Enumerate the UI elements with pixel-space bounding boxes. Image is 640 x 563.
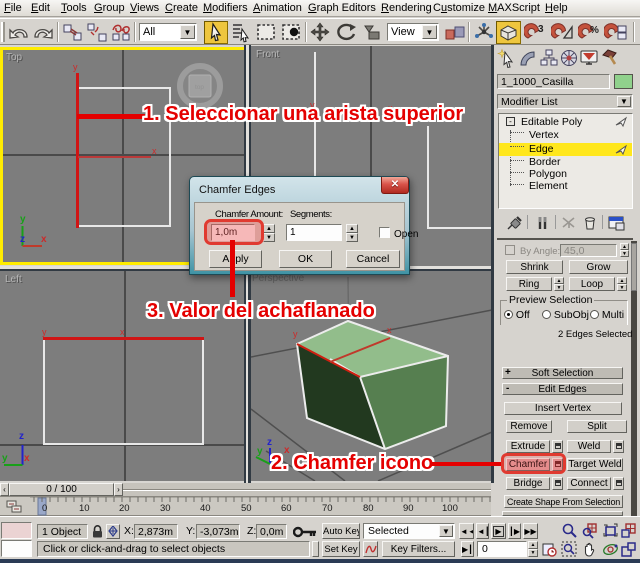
svg-text:10: 10	[79, 503, 90, 514]
svg-text:20: 20	[119, 503, 130, 514]
svg-text:3: 3	[538, 24, 544, 35]
svg-text:y: y	[293, 329, 298, 339]
svg-text:%: %	[590, 25, 599, 36]
svg-text:90: 90	[403, 503, 414, 514]
svg-text:z: z	[19, 431, 24, 442]
svg-text:70: 70	[322, 503, 333, 514]
svg-text:30: 30	[160, 503, 171, 514]
svg-text:y: y	[2, 453, 8, 464]
svg-text:z: z	[267, 437, 272, 448]
svg-text:50: 50	[241, 503, 252, 514]
svg-text:top: top	[195, 84, 204, 91]
svg-text:x: x	[41, 234, 47, 245]
svg-text:y: y	[20, 214, 26, 225]
svg-text:60: 60	[281, 503, 292, 514]
svg-text:x: x	[387, 325, 392, 335]
svg-text:y: y	[257, 446, 263, 457]
svg-text:0: 0	[42, 503, 47, 514]
svg-text:z: z	[20, 234, 25, 245]
svg-text:x: x	[24, 453, 30, 464]
svg-text:80: 80	[363, 503, 374, 514]
svg-text:x: x	[284, 445, 290, 456]
svg-text:100: 100	[442, 503, 458, 514]
svg-text:40: 40	[200, 503, 211, 514]
